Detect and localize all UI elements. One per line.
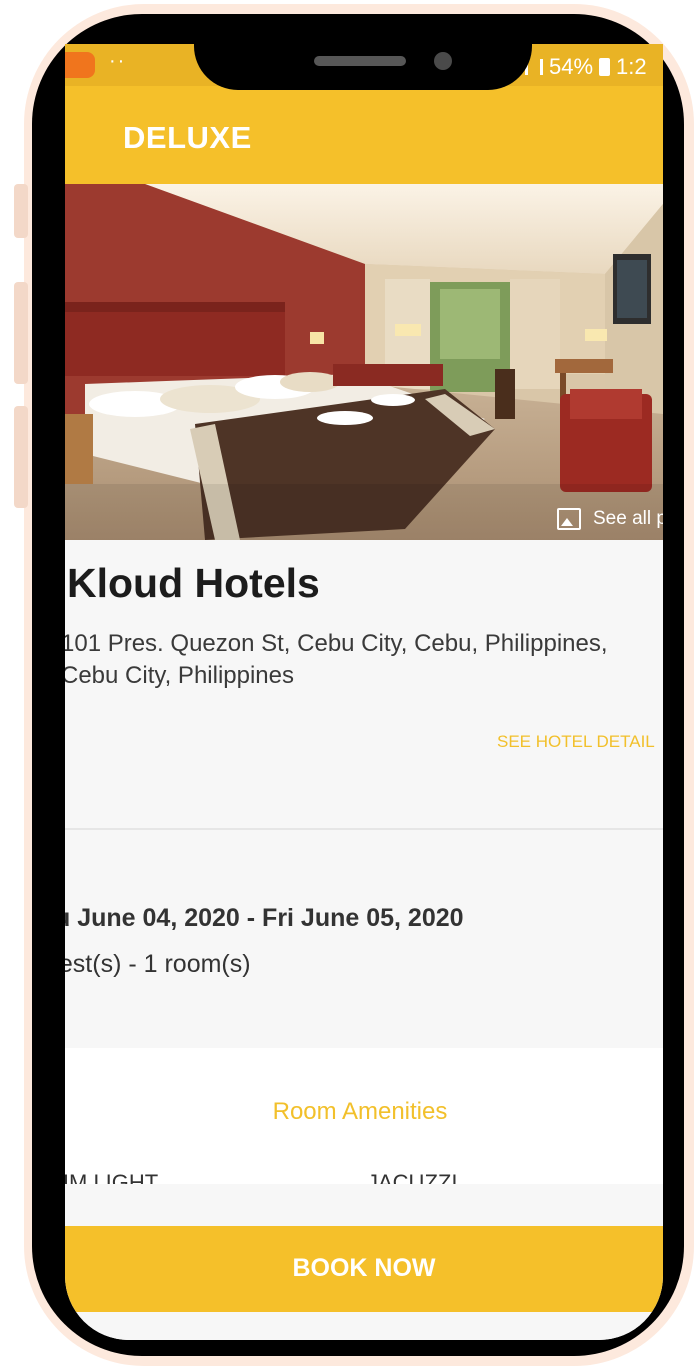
- see-all-photos[interactable]: See all p: [557, 508, 663, 530]
- amenities-title: Room Amenities: [272, 1098, 448, 1125]
- hotel-info: Kloud Hotels 101 Pres. Quezon St, Cebu C…: [65, 540, 663, 828]
- battery-percent: 54%: [549, 54, 594, 79]
- front-camera: [434, 52, 452, 70]
- app-bar: DELUXE: [65, 86, 663, 184]
- address-line-2: Cebu City, Philippines: [65, 662, 295, 689]
- address-line-1: 101 Pres. Quezon St, Cebu City, Cebu, Ph…: [65, 630, 608, 657]
- gallery-icon: [557, 508, 581, 530]
- notification-app-icon: [65, 52, 95, 78]
- hotel-room-image: [65, 184, 663, 540]
- phone-volume-up-button: [14, 282, 28, 384]
- app-screen: ·· 54% 1:2 DELUXE See all p Kloud Hotels…: [65, 44, 663, 1340]
- book-now-label: BOOK NOW: [292, 1254, 436, 1282]
- room-amenities: Room Amenities DIM LIGHT JACUZZI: [65, 1048, 663, 1184]
- navigation-strip: [65, 1312, 663, 1340]
- hotel-address: 101 Pres. Quezon St, Cebu City, Cebu, Ph…: [65, 628, 661, 692]
- booking-summary: u June 04, 2020 - Fri June 05, 2020 uest…: [65, 830, 663, 1048]
- phone-side-button: [14, 184, 28, 238]
- status-time: 1:2: [616, 54, 647, 79]
- book-now-button[interactable]: BOOK NOW: [65, 1226, 663, 1312]
- amenity-item: DIM LIGHT: [65, 1170, 159, 1184]
- see-all-label: See all p: [593, 508, 663, 529]
- bottom-spacer: [65, 1184, 663, 1226]
- battery-icon: [599, 58, 611, 76]
- hotel-name: Kloud Hotels: [65, 560, 320, 607]
- room-photo[interactable]: See all p: [65, 184, 663, 540]
- phone-volume-down-button: [14, 406, 28, 508]
- status-indicators: 54% 1:2: [525, 54, 647, 80]
- amenity-item: JACUZZI: [367, 1170, 458, 1184]
- see-hotel-details-link[interactable]: SEE HOTEL DETAIL: [497, 732, 655, 752]
- stay-dates: u June 04, 2020 - Fri June 05, 2020: [65, 904, 464, 932]
- phone-notch: [194, 14, 532, 90]
- hotel-name-text: Kloud Hotels: [67, 560, 320, 606]
- speaker-grille: [314, 56, 406, 66]
- notification-dots: ··: [109, 50, 127, 72]
- guests-rooms: uest(s) - 1 room(s): [65, 950, 251, 978]
- page-title: DELUXE: [123, 120, 252, 155]
